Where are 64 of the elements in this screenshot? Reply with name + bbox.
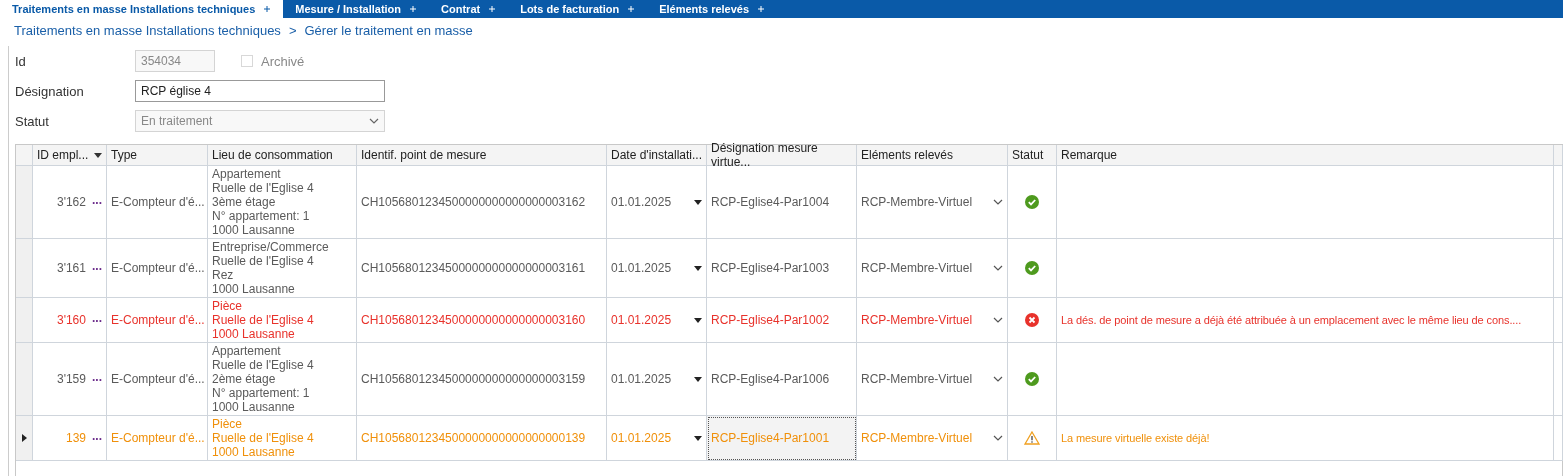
- breadcrumb-current: Gérer le traitement en masse: [304, 23, 473, 38]
- table-cell: 139: [65, 431, 86, 445]
- table-cell: Appartement Ruelle de l'Eglise 4 3ème étage N° appartement: 1 1000 Lausanne: [212, 166, 314, 238]
- breadcrumb-separator: >: [288, 23, 297, 38]
- more-button[interactable]: ...: [92, 312, 102, 328]
- column-header[interactable]: Eléments relevés: [857, 145, 1008, 166]
- tab[interactable]: Contrat: [429, 0, 509, 18]
- table-cell: RCP-Eglise4-Par1006: [711, 372, 830, 386]
- table-cell: CH1056801234500000000000000003159: [361, 372, 586, 386]
- column-header[interactable]: Type: [107, 145, 208, 166]
- table-cell: RCP-Membre-Virtuel: [861, 195, 973, 209]
- table-cell: La dés. de point de mesure a déjà été attribuée à un emplacement avec le même lieu de cons....: [1061, 314, 1522, 326]
- table-cell: E-Compteur d'é...: [111, 431, 205, 445]
- field-label: Statut: [15, 113, 50, 129]
- table-cell: 01.01.2025: [611, 431, 672, 445]
- tab[interactable]: Traitements en masse Installations techniques: [0, 0, 284, 18]
- column-header[interactable]: Identif. point de mesure: [357, 145, 607, 166]
- table-cell: 01.01.2025: [611, 372, 672, 386]
- breadcrumb-link[interactable]: Traitements en masse Installations techniques: [14, 23, 281, 38]
- field-label: Id: [15, 53, 27, 69]
- table-cell: Entreprise/Commerce Ruelle de l'Eglise 4 Rez 1000 Lausanne: [212, 239, 329, 297]
- column-header[interactable]: Remarque: [1057, 145, 1554, 166]
- table-cell: RCP-Eglise4-Par1001: [711, 431, 830, 445]
- checkbox-label: Archivé: [261, 53, 305, 69]
- table-cell: Appartement Ruelle de l'Eglise 4 2ème étage N° appartement: 1 1000 Lausanne: [212, 343, 314, 415]
- table-cell: CH1056801234500000000000000000139: [361, 431, 586, 445]
- tab[interactable]: Mesure / Installation: [283, 0, 430, 18]
- table-cell: 3'159: [57, 372, 86, 386]
- column-header[interactable]: ID empl...: [33, 145, 107, 166]
- table-cell: 3'160: [57, 313, 86, 327]
- table-cell: RCP-Membre-Virtuel: [861, 313, 973, 327]
- designation-field[interactable]: RCP église 4: [135, 80, 385, 102]
- table-cell: E-Compteur d'é...: [111, 195, 205, 209]
- table-cell: 01.01.2025: [611, 313, 672, 327]
- table-cell: CH1056801234500000000000000003162: [361, 195, 586, 209]
- table-cell: Pièce Ruelle de l'Eglise 4 1000 Lausanne: [212, 298, 314, 342]
- column-header[interactable]: Désignation mesure virtue...: [707, 145, 857, 166]
- table-cell: 3'161: [57, 261, 86, 275]
- table-cell: 01.01.2025: [611, 195, 672, 209]
- table-cell: E-Compteur d'é...: [111, 313, 205, 327]
- field-label: Désignation: [15, 83, 85, 99]
- more-button[interactable]: ...: [92, 430, 102, 446]
- table-cell: E-Compteur d'é...: [111, 372, 205, 386]
- table-cell: 01.01.2025: [611, 261, 672, 275]
- column-header[interactable]: Statut: [1008, 145, 1057, 166]
- table-cell: CH1056801234500000000000000003160: [361, 313, 586, 327]
- more-button[interactable]: ...: [92, 371, 102, 387]
- table-cell: 3'162: [57, 195, 86, 209]
- table-cell: La mesure virtuelle existe déjà!: [1061, 432, 1210, 444]
- table-cell: RCP-Membre-Virtuel: [861, 431, 973, 445]
- table-cell: CH1056801234500000000000000003161: [361, 261, 586, 275]
- tab[interactable]: Eléments relevés: [647, 0, 778, 18]
- table-cell: E-Compteur d'é...: [111, 261, 205, 275]
- tab[interactable]: Lots de facturation: [508, 0, 648, 18]
- table-cell: Pièce Ruelle de l'Eglise 4 1000 Lausanne: [212, 416, 314, 460]
- more-button[interactable]: ...: [92, 194, 102, 210]
- table-cell: RCP-Membre-Virtuel: [861, 261, 973, 275]
- column-header[interactable]: Lieu de consommation: [208, 145, 357, 166]
- more-button[interactable]: ...: [92, 260, 102, 276]
- table-cell: RCP-Eglise4-Par1003: [711, 261, 830, 275]
- table-cell: RCP-Eglise4-Par1004: [711, 195, 830, 209]
- column-header[interactable]: Date d'installati...: [607, 145, 707, 166]
- table-cell: RCP-Eglise4-Par1002: [711, 313, 830, 327]
- table-cell: RCP-Membre-Virtuel: [861, 372, 973, 386]
